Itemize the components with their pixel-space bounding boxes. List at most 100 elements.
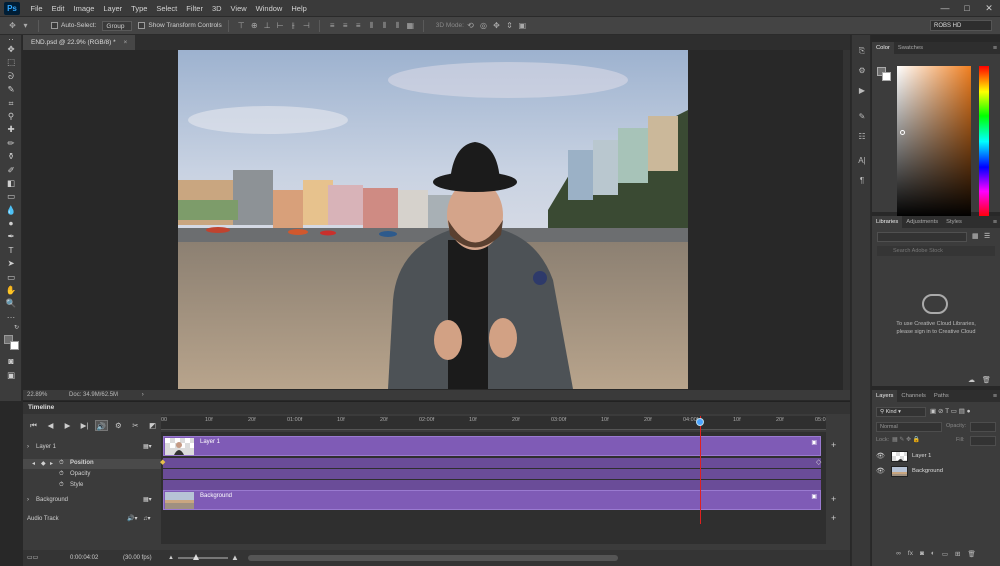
go-to-first-frame-icon[interactable]: ⏮ <box>27 420 40 431</box>
library-select-dropdown[interactable] <box>877 232 967 242</box>
shape-tool-icon[interactable]: ▭ <box>0 271 22 284</box>
align-bottom-icon[interactable]: ⊥ <box>263 21 272 30</box>
close-button[interactable]: ✕ <box>978 0 1000 17</box>
color-swatches[interactable] <box>0 333 22 355</box>
next-keyframe-icon[interactable]: ▸ <box>50 460 53 467</box>
color-panel-swatches[interactable] <box>877 67 891 81</box>
menu-edit[interactable]: Edit <box>47 0 69 17</box>
clip-background[interactable]: Background ▣ <box>163 490 821 510</box>
style-keyframe-lane[interactable] <box>163 480 821 490</box>
screen-mode-icon[interactable]: ▣ <box>0 369 22 382</box>
keyframe-toggle-icon[interactable]: ◆ <box>41 460 46 467</box>
pan-3d-icon[interactable]: ✥ <box>492 21 501 30</box>
menu-3d[interactable]: 3D <box>207 0 226 17</box>
track-background[interactable]: › Background ▦▾ <box>23 493 161 511</box>
eraser-tool-icon[interactable]: ◧ <box>0 177 22 190</box>
link-layers-icon[interactable]: ∞ <box>896 550 901 562</box>
layer-row-background[interactable]: 👁 Background <box>872 464 1000 479</box>
panel-menu-icon[interactable]: ≡ <box>993 393 997 400</box>
color-picker-cursor[interactable] <box>900 130 905 135</box>
timeline-zoom-handle[interactable] <box>193 554 199 560</box>
timeline-horizontal-scrollbar[interactable] <box>248 555 618 561</box>
cloud-sync-icon[interactable]: ☁ <box>968 376 975 384</box>
menu-filter[interactable]: Filter <box>182 0 208 17</box>
brush-tool-icon[interactable]: ✏ <box>0 137 22 150</box>
distribute-middle-icon[interactable]: ≡ <box>341 21 350 30</box>
keyframe-diamond-icon[interactable]: ◇ <box>816 458 821 466</box>
add-media-background-icon[interactable]: + <box>831 494 836 504</box>
tab-adjustments[interactable]: Adjustments <box>902 216 942 228</box>
stopwatch-icon[interactable]: ⏱ <box>59 482 64 489</box>
layer-style-fx-icon[interactable]: fx <box>908 550 913 562</box>
actions-panel-icon[interactable]: ▶ <box>852 81 872 101</box>
add-media-layer-1-icon[interactable]: + <box>831 440 836 450</box>
marquee-tool-icon[interactable]: ⬚ <box>0 56 22 69</box>
distribute-right-icon[interactable]: ⦀ <box>393 21 402 30</box>
next-frame-icon[interactable]: ▶| <box>78 420 91 431</box>
visibility-eye-icon[interactable]: 👁 <box>876 449 885 464</box>
canvas-vertical-scrollbar[interactable] <box>843 50 850 390</box>
eyedropper-tool-icon[interactable]: ⚲ <box>0 110 22 123</box>
add-audio-icon[interactable]: + <box>831 513 836 523</box>
tab-swatches[interactable]: Swatches <box>894 42 927 54</box>
align-center-icon[interactable]: ⫲ <box>289 21 298 30</box>
history-panel-icon[interactable]: ⎘ <box>852 41 872 61</box>
hand-tool-icon[interactable]: ✋ <box>0 284 22 297</box>
mute-audio-icon[interactable]: 🔊 <box>95 420 108 431</box>
zoom-tool-icon[interactable]: 🔍 <box>0 297 22 310</box>
lasso-tool-icon[interactable]: ᘐ <box>0 70 22 83</box>
show-transform-checkbox[interactable] <box>138 22 145 29</box>
track-audio[interactable]: Audio Track 🔊▾ ♫▾ <box>23 514 161 526</box>
blend-mode-dropdown[interactable]: Normal <box>876 422 942 432</box>
zoom-level[interactable]: 22.89% <box>27 392 47 398</box>
opacity-field[interactable] <box>970 422 996 432</box>
align-right-icon[interactable]: ⊣ <box>302 21 311 30</box>
maximize-button[interactable]: □ <box>956 0 978 17</box>
position-keyframe-lane[interactable]: ◆ ◇ <box>163 458 821 468</box>
timeline-track-area[interactable]: Layer 1 ▣ ◆ ◇ Background ▣ <box>161 432 826 544</box>
menu-view[interactable]: View <box>226 0 251 17</box>
delete-layer-icon[interactable]: 🗑 <box>967 550 975 562</box>
move-tool-icon[interactable]: ✥ <box>0 43 22 56</box>
tab-paths[interactable]: Paths <box>930 390 953 402</box>
tab-libraries[interactable]: Libraries <box>872 216 902 228</box>
grid-view-icon[interactable]: ▦ <box>972 232 979 240</box>
property-opacity[interactable]: ⏱ Opacity <box>23 470 161 480</box>
move-tool-icon[interactable]: ✥ <box>8 21 17 30</box>
color-picker-field[interactable] <box>897 66 971 217</box>
current-timecode[interactable]: 0:00:04:02 <box>70 550 98 566</box>
property-style[interactable]: ⏱ Style <box>23 481 161 491</box>
adobe-stock-search-input[interactable]: Search Adobe Stock <box>877 246 995 256</box>
distribute-center-icon[interactable]: ⦀ <box>380 21 389 30</box>
prev-keyframe-icon[interactable]: ◂ <box>32 460 35 467</box>
blur-tool-icon[interactable]: 💧 <box>0 204 22 217</box>
orbit-3d-icon[interactable]: ⟲ <box>466 21 475 30</box>
auto-select-dropdown[interactable]: Group <box>102 21 132 31</box>
playhead-handle[interactable] <box>696 418 704 426</box>
new-layer-icon[interactable]: ⊞ <box>955 550 960 562</box>
brush-panel-icon[interactable]: ✎ <box>852 107 872 127</box>
fill-field[interactable] <box>970 436 996 446</box>
workspace-switcher[interactable]: ROBS HD <box>930 20 992 31</box>
timeline-zoom-slider[interactable] <box>178 557 228 559</box>
quick-select-tool-icon[interactable]: ✎ <box>0 83 22 96</box>
dodge-tool-icon[interactable]: ● <box>0 217 22 230</box>
align-middle-icon[interactable]: ⊕ <box>250 21 259 30</box>
audio-note-icon[interactable]: ♫▾ <box>143 515 151 522</box>
previous-frame-icon[interactable]: ◀ <box>44 420 57 431</box>
document-tab[interactable]: END.psd @ 22.9% (RGB/8) * × <box>23 35 135 50</box>
lock-icons[interactable]: ▦ ✎ ✥ 🔒 <box>892 436 920 443</box>
track-options-icon[interactable]: ▦▾ <box>143 496 152 503</box>
new-group-icon[interactable]: ▭ <box>942 550 948 562</box>
keyframe-diamond-icon[interactable]: ◆ <box>160 458 165 466</box>
visibility-eye-icon[interactable]: 👁 <box>876 464 885 479</box>
list-view-icon[interactable]: ☰ <box>984 232 990 240</box>
distribute-top-icon[interactable]: ≡ <box>328 21 337 30</box>
menu-file[interactable]: File <box>26 0 47 17</box>
roll-3d-icon[interactable]: ◎ <box>479 21 488 30</box>
quick-mask-icon[interactable]: ◙ <box>0 355 22 368</box>
panel-menu-icon[interactable]: ≡ <box>993 45 997 52</box>
swap-colors-icon[interactable]: ↻ <box>0 324 22 333</box>
more-tools-icon[interactable]: ··· <box>0 311 22 324</box>
expand-chevron-icon[interactable]: › <box>27 444 29 450</box>
